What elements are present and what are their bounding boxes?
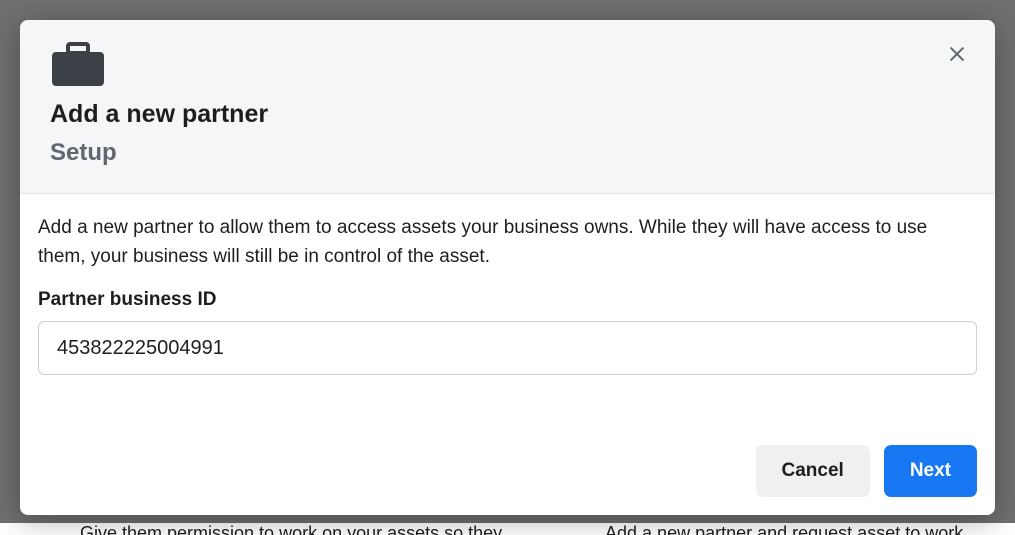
modal-body: Add a new partner to allow them to acces… (20, 194, 995, 431)
close-icon (946, 43, 968, 70)
add-partner-modal: Add a new partner Setup Add a new partne… (20, 20, 995, 515)
modal-title: Add a new partner (50, 100, 965, 129)
partner-id-input[interactable] (38, 321, 977, 375)
briefcase-icon (50, 42, 106, 88)
modal-subtitle: Setup (50, 139, 965, 167)
next-button[interactable]: Next (884, 445, 977, 497)
modal-description: Add a new partner to allow them to acces… (38, 214, 977, 271)
background-obscured-text: Give them permission to work on your ass… (0, 523, 1015, 535)
modal-footer: Cancel Next (20, 431, 995, 515)
partner-id-label: Partner business ID (38, 289, 977, 311)
modal-header: Add a new partner Setup (20, 20, 995, 194)
close-button[interactable] (943, 42, 971, 70)
cancel-button[interactable]: Cancel (756, 445, 870, 497)
